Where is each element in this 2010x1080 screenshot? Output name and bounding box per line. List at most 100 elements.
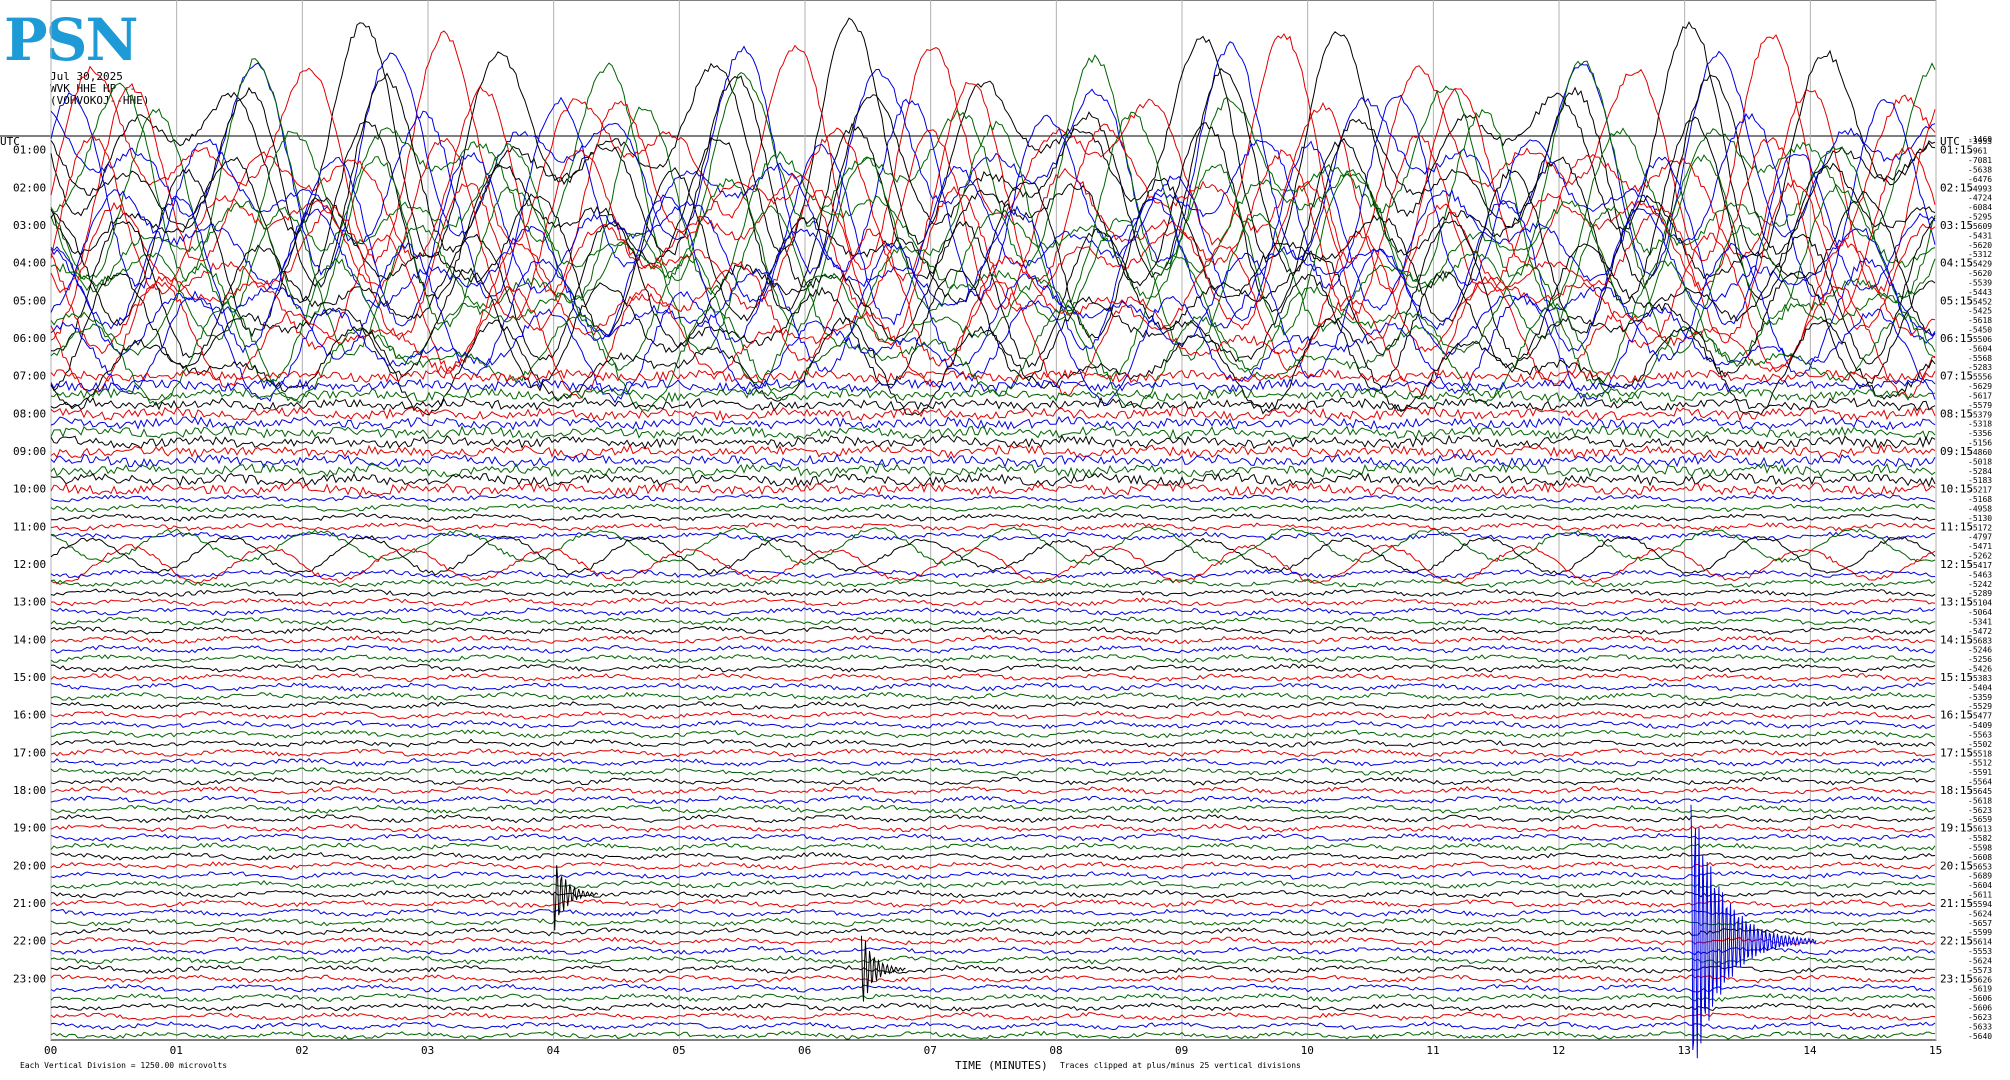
trace-offset-label: -5623: [1968, 806, 1992, 815]
left-hour-label: 07:00: [13, 370, 46, 383]
trace-line: [50, 663, 1936, 673]
trace-line: [50, 316, 1936, 416]
x-axis-label: TIME (MINUTES): [955, 1059, 1048, 1072]
trace-offset-label: -5539: [1968, 278, 1992, 287]
left-hour-label: 22:00: [13, 935, 46, 948]
x-tick-label: 11: [1426, 1044, 1439, 1057]
trace-offset-label: -5312: [1968, 250, 1992, 259]
trace-offset-label: -5606: [1968, 994, 1992, 1003]
trace-offset-label: -5064: [1968, 608, 1992, 617]
trace-offset-label: -5518: [1968, 749, 1992, 758]
trace-line: [50, 512, 1936, 523]
trace-offset-label: -5604: [1968, 881, 1992, 890]
trace-line: [50, 67, 1936, 290]
trace-offset-label: -5657: [1968, 919, 1992, 928]
trace-offset-label: -5640: [1968, 1032, 1992, 1041]
trace-offset-label: -5284: [1968, 467, 1992, 476]
trace-offset-label: -5472: [1968, 627, 1992, 636]
trace-offset-label: -5608: [1968, 853, 1992, 862]
trace-line: [50, 889, 1936, 899]
trace-offset-label: -5629: [1968, 382, 1992, 391]
trace-line: [50, 955, 1936, 965]
left-hour-label: 23:00: [13, 972, 46, 985]
trace-offset-label: -5564: [1968, 778, 1992, 787]
trace-line: [50, 804, 1936, 814]
trace-offset-label: -5130: [1968, 514, 1992, 523]
trace-offset-label: -6476: [1968, 175, 1992, 184]
trace-line: [50, 1002, 1936, 1012]
scale-note: Each Vertical Division = 1250.00 microvo…: [20, 1061, 227, 1070]
trace-offset-label: -5609: [1968, 222, 1992, 231]
trace-line: [50, 691, 1936, 701]
trace-line: [50, 1011, 1936, 1021]
trace-line: [50, 672, 1936, 682]
left-hour-label: 02:00: [13, 181, 46, 194]
trace-line: [50, 472, 1936, 488]
trace-offset-label: -5573: [1968, 966, 1992, 975]
x-tick-label: 01: [170, 1044, 183, 1057]
trace-offset-label: -5624: [1968, 909, 1992, 918]
trace-line: [50, 434, 1936, 450]
trace-offset-label: -5512: [1968, 759, 1992, 768]
trace-offset-label: -5613: [1968, 825, 1992, 834]
trace-line: [50, 522, 1936, 532]
event-waveform: [861, 935, 906, 1002]
trace-line: [50, 588, 1936, 598]
trace-offset-label: -5579: [1968, 401, 1992, 410]
x-tick-label: 02: [295, 1044, 308, 1057]
trace-line: [50, 635, 1936, 645]
trace-line: [50, 964, 1936, 975]
seismic-traces: [50, 17, 1936, 1059]
trace-offset-label: -961: [1968, 147, 1987, 156]
trace-offset-label: -5183: [1968, 476, 1992, 485]
trace-line: [50, 453, 1936, 469]
trace-line: [50, 544, 1936, 585]
trace-line: [50, 738, 1936, 748]
trace-offset-label: -5172: [1968, 523, 1992, 532]
trace-offset-label: -5568: [1968, 354, 1992, 363]
left-hour-label: 12:00: [13, 558, 46, 571]
trace-offset-label: -5429: [1968, 260, 1992, 269]
clip-note: Traces clipped at plus/minus 25 vertical…: [1060, 1061, 1301, 1070]
trace-offset-label: -5217: [1968, 486, 1992, 495]
trace-line: [50, 443, 1936, 459]
x-tick-label: 13: [1678, 1044, 1691, 1057]
trace-offset-label: -5246: [1968, 646, 1992, 655]
trace-offset-label: -5168: [1968, 495, 1992, 504]
x-tick-label: 05: [672, 1044, 685, 1057]
trace-offset-label: -5645: [1968, 787, 1992, 796]
trace-offset-label: -5618: [1968, 796, 1992, 805]
trace-line: [50, 710, 1936, 720]
x-tick-label: 10: [1301, 1044, 1314, 1057]
trace-line: [50, 776, 1936, 786]
trace-line: [50, 870, 1936, 880]
trace-line: [50, 823, 1936, 833]
trace-offset-label: -5506: [1968, 335, 1992, 344]
trace-line: [50, 729, 1936, 739]
trace-line: [50, 757, 1936, 767]
trace-line: [50, 406, 1936, 422]
trace-offset-label: -5404: [1968, 683, 1992, 692]
left-hour-label: 13:00: [13, 596, 46, 609]
trace-line: [50, 481, 1936, 497]
trace-offset-label: -5383: [1968, 674, 1992, 683]
trace-offset-label: -5409: [1968, 721, 1992, 730]
trace-offset-label: -5018: [1968, 457, 1992, 466]
trace-offset-label: -5614: [1968, 938, 1992, 947]
trace-offset-label: -5289: [1968, 589, 1992, 598]
trace-offset-label: -5256: [1968, 655, 1992, 664]
trace-line: [50, 462, 1936, 479]
trace-offset-label: -5620: [1968, 241, 1992, 250]
trace-offset-label: -5341: [1968, 617, 1992, 626]
trace-line: [50, 927, 1936, 937]
x-tick-label: 07: [924, 1044, 937, 1057]
trace-offset-label: -5450: [1968, 326, 1992, 335]
trace-offset-label: -5242: [1968, 580, 1992, 589]
trace-offset-label: -5563: [1968, 730, 1992, 739]
x-tick-label: 14: [1803, 1044, 1817, 1057]
trace-offset-label: -5283: [1968, 363, 1992, 372]
x-tick-label: 09: [1175, 1044, 1188, 1057]
trace-offset-label: -5659: [1968, 815, 1992, 824]
left-hour-label: 17:00: [13, 746, 46, 759]
trace-offset-label: -5295: [1968, 213, 1992, 222]
